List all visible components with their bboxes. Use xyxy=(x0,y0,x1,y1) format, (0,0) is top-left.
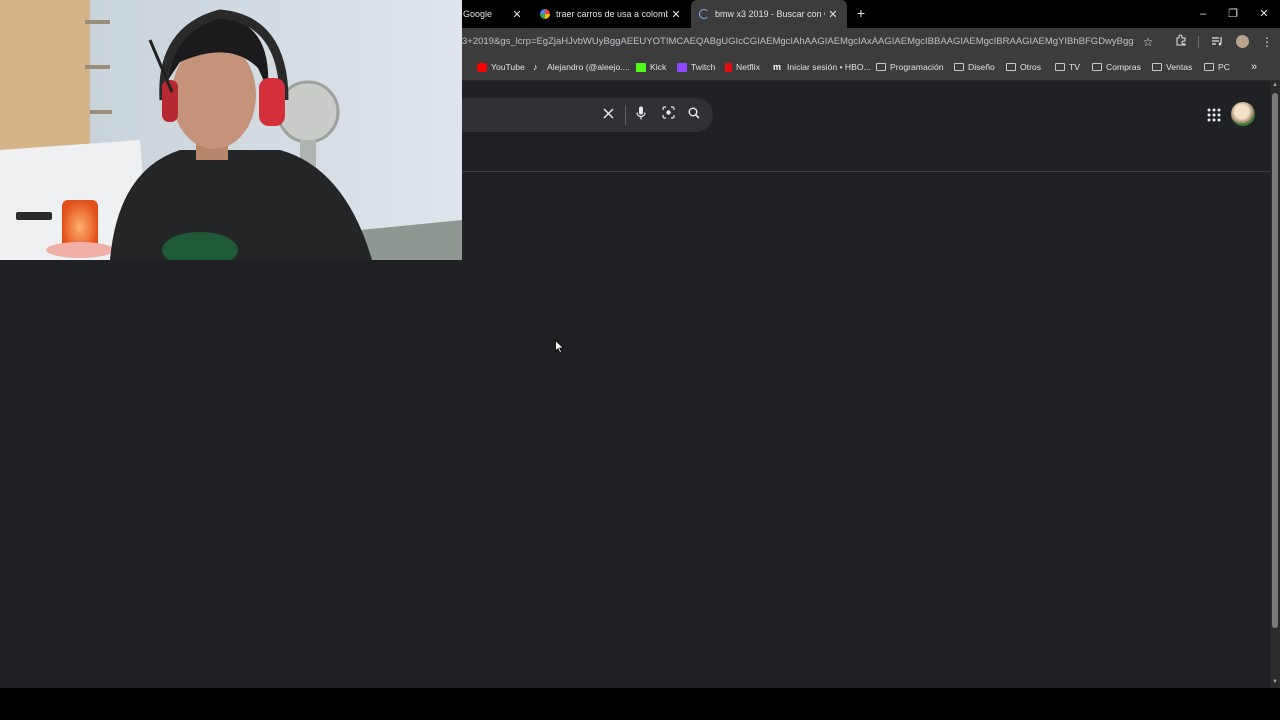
address-bar[interactable]: 3+2019&gs_lcrp=EgZjaHJvbWUyBggAEEUYOTIMC… xyxy=(462,28,1134,56)
microphone-icon[interactable] xyxy=(632,106,650,124)
hbo-icon: m xyxy=(773,61,782,72)
bookmark-folder-compras[interactable]: Compras xyxy=(1092,56,1141,78)
magnifier-icon[interactable] xyxy=(685,106,703,124)
tab-close-icon[interactable]: ✕ xyxy=(668,8,684,21)
bookmark-folder-otros[interactable]: Otros xyxy=(1006,56,1041,78)
close-window-button[interactable]: ✕ xyxy=(1249,0,1279,28)
bookmark-label: Otros xyxy=(1020,62,1042,72)
folder-icon xyxy=(1204,63,1214,71)
menu-kebab-icon[interactable]: ⋮ xyxy=(1257,32,1277,52)
twitch-icon xyxy=(677,62,687,72)
loading-spinner-icon xyxy=(699,9,709,19)
webcam-overlay xyxy=(0,0,462,260)
folder-icon xyxy=(876,63,886,71)
header-divider xyxy=(462,171,1270,172)
scroll-up-arrow-icon[interactable]: ▲ xyxy=(1270,82,1280,88)
folder-icon xyxy=(954,63,964,71)
extensions-icon[interactable] xyxy=(1171,32,1191,52)
bookmark-label: Iniciar sesión • HBO... xyxy=(787,62,871,72)
tab-google[interactable]: Google ✕ xyxy=(455,0,531,28)
youtube-icon xyxy=(477,62,487,72)
bookmark-label: Kick xyxy=(650,62,667,72)
bookmark-label: PC xyxy=(1218,62,1230,72)
tab-close-icon[interactable]: ✕ xyxy=(825,8,841,21)
new-tab-button[interactable]: + xyxy=(852,4,870,22)
bookmark-label: Twitch xyxy=(691,62,716,72)
search-box[interactable] xyxy=(462,98,713,132)
tab-label: bmw x3 2019 - Buscar con Goo xyxy=(715,9,825,19)
bookmark-label: Programación xyxy=(890,62,944,72)
tab-traer-carros[interactable]: traer carros de usa a colombia ✕ xyxy=(532,0,690,28)
restore-button[interactable]: ❐ xyxy=(1218,0,1248,28)
tab-label: traer carros de usa a colombia xyxy=(556,9,668,19)
folder-icon xyxy=(1092,63,1102,71)
toolbar-divider xyxy=(1198,36,1199,48)
account-avatar[interactable] xyxy=(1231,102,1255,126)
scrollbar-thumb[interactable] xyxy=(1272,93,1278,628)
profile-avatar-icon[interactable] xyxy=(1232,32,1252,52)
bookmark-label: Diseño xyxy=(968,62,995,72)
search-separator xyxy=(625,105,626,125)
bottom-black-bar xyxy=(0,688,1280,720)
bookmark-hbo[interactable]: m Iniciar sesión • HBO... xyxy=(773,56,871,78)
folder-icon xyxy=(1152,63,1162,71)
tab-bmw-x3[interactable]: bmw x3 2019 - Buscar con Goo ✕ xyxy=(691,0,847,28)
page-scrollbar[interactable]: ▲ ▼ xyxy=(1270,81,1280,688)
bookmark-label: Alejandro (@aleejo.... xyxy=(547,62,630,72)
kick-icon xyxy=(636,62,646,72)
bookmark-label: TV xyxy=(1069,62,1080,72)
tab-close-icon[interactable]: ✕ xyxy=(509,8,525,21)
bookmark-netflix[interactable]: Netflix xyxy=(725,56,760,78)
google-apps-icon[interactable] xyxy=(1206,107,1222,123)
tiktok-icon: ♪ xyxy=(533,61,538,72)
camera-lens-icon[interactable] xyxy=(659,106,677,124)
bookmark-label: Netflix xyxy=(736,62,760,72)
bookmarks-overflow-button[interactable]: » xyxy=(1251,56,1257,78)
folder-icon xyxy=(1006,63,1016,71)
bookmark-folder-diseno[interactable]: Diseño xyxy=(954,56,995,78)
bookmark-kick[interactable]: Kick xyxy=(636,56,666,78)
bookmark-label: YouTube xyxy=(491,62,525,72)
bookmark-folder-programacion[interactable]: Programación xyxy=(876,56,944,78)
minimize-button[interactable]: – xyxy=(1188,0,1218,28)
bookmark-twitch[interactable]: Twitch xyxy=(677,56,715,78)
webcam-image xyxy=(0,0,462,260)
mouse-cursor-icon xyxy=(555,339,565,359)
folder-icon xyxy=(1055,63,1065,71)
media-control-icon[interactable] xyxy=(1207,32,1227,52)
bookmark-folder-pc[interactable]: PC xyxy=(1204,56,1230,78)
netflix-icon xyxy=(725,62,732,72)
google-favicon-icon xyxy=(540,9,550,19)
bookmark-tiktok[interactable]: ♪ Alejandro (@aleejo.... xyxy=(533,56,630,78)
bookmark-youtube[interactable]: YouTube xyxy=(477,56,525,78)
scroll-down-arrow-icon[interactable]: ▼ xyxy=(1270,679,1280,685)
bookmark-label: Compras xyxy=(1106,62,1141,72)
close-icon[interactable] xyxy=(599,106,617,124)
bookmark-star-icon[interactable]: ☆ xyxy=(1138,32,1158,52)
bookmark-folder-ventas[interactable]: Ventas xyxy=(1152,56,1192,78)
bookmark-label: Ventas xyxy=(1166,62,1193,72)
bookmark-folder-tv[interactable]: TV xyxy=(1055,56,1080,78)
tab-label: Google xyxy=(463,9,493,19)
